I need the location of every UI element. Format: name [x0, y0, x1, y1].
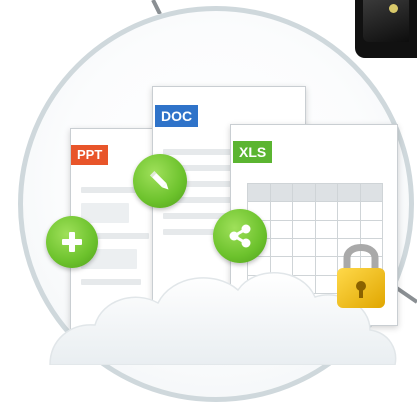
- xls-label: XLS: [233, 141, 273, 163]
- ppt-label: PPT: [71, 145, 109, 165]
- tablet-indicator: [389, 4, 398, 13]
- edit-button[interactable]: [133, 154, 187, 208]
- cloud-documents-illustration: PPT DOC XLS: [0, 0, 417, 404]
- padlock-icon: [337, 244, 385, 308]
- tablet-device: [355, 0, 417, 58]
- doc-label: DOC: [155, 105, 199, 127]
- pencil-icon: [150, 171, 169, 190]
- tablet-screen: [363, 0, 409, 42]
